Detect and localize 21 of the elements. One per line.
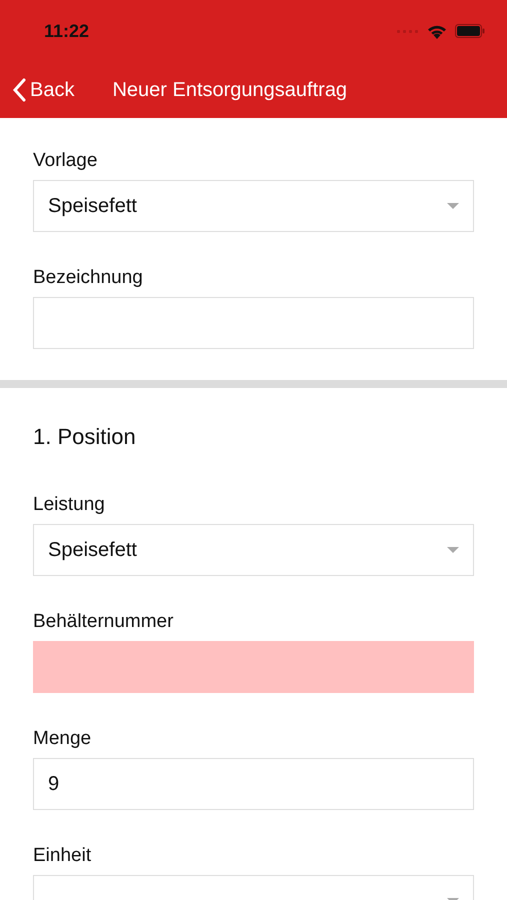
field-label: Menge: [33, 727, 92, 750]
input-field[interactable]: [33, 297, 474, 349]
signal-icon: [397, 30, 419, 32]
wifi-icon: [427, 24, 447, 38]
section-heading: 1. Position: [33, 424, 137, 450]
page-title: Neuer Entsorgungsauftrag: [112, 78, 348, 102]
dropdown-field[interactable]: Speisefett: [33, 524, 474, 576]
field-label: Einheit: [33, 844, 92, 867]
dropdown-caret-icon: [447, 547, 459, 553]
chevron-left-icon: [12, 78, 26, 102]
field-label: Leistung: [33, 493, 106, 516]
input-field[interactable]: 9: [33, 758, 474, 810]
battery-icon: [455, 24, 485, 38]
input-field[interactable]: [33, 641, 474, 693]
field-label: Behälternummer: [33, 610, 174, 633]
dropdown-caret-icon: [447, 203, 459, 209]
status-time: 11:22: [44, 20, 90, 42]
field-label: Vorlage: [33, 149, 98, 172]
field-label: Bezeichnung: [33, 266, 144, 289]
dropdown-field[interactable]: Speisefett: [33, 180, 474, 232]
back-button[interactable]: Back: [12, 78, 74, 102]
